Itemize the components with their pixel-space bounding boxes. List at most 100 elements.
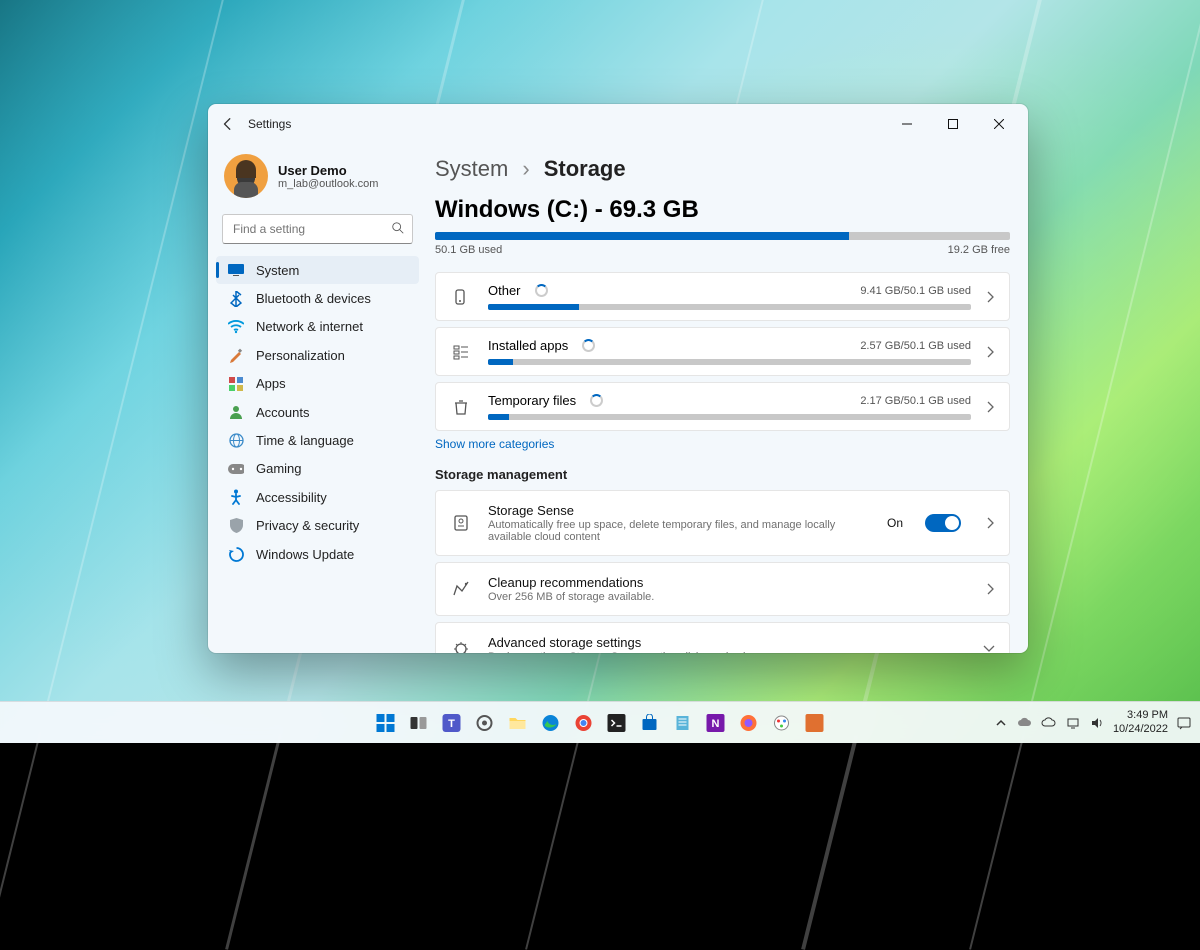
svg-text:T: T — [448, 718, 455, 730]
wifi-icon — [228, 319, 244, 335]
onenote-icon[interactable]: N — [702, 709, 730, 737]
nav-label: Accessibility — [256, 490, 327, 505]
chrome-icon[interactable] — [570, 709, 598, 737]
firefox-icon[interactable] — [735, 709, 763, 737]
system-icon — [228, 262, 244, 278]
tray-chevron-icon[interactable] — [993, 715, 1009, 731]
category-label: Installed apps — [488, 338, 568, 353]
toggle-state: On — [887, 516, 903, 530]
taskbar-clock[interactable]: 3:49 PM 10/24/2022 — [1113, 709, 1168, 735]
nav-label: Windows Update — [256, 547, 354, 562]
chevron-right-icon — [987, 517, 995, 529]
apps-icon — [228, 376, 244, 392]
chevron-right-icon — [987, 583, 995, 595]
bluetooth-icon — [228, 291, 244, 307]
back-button[interactable] — [214, 110, 242, 138]
mgmt-desc: Automatically free up space, delete temp… — [488, 519, 871, 543]
app-title: Settings — [248, 117, 291, 131]
cloud-tray-icon[interactable] — [1041, 715, 1057, 731]
taskbar-center: T N — [372, 709, 829, 737]
nav-item-system[interactable]: System — [216, 256, 419, 284]
terminal-icon[interactable] — [603, 709, 631, 737]
loading-spinner-icon — [582, 339, 595, 352]
chevron-right-icon — [987, 346, 995, 358]
category-label: Other — [488, 283, 521, 298]
system-tray: 3:49 PM 10/24/2022 — [993, 709, 1192, 735]
nav-item-apps[interactable]: Apps — [216, 370, 419, 398]
category-icon — [450, 398, 472, 416]
brush-icon — [228, 347, 244, 363]
search-box[interactable] — [222, 214, 413, 244]
notepad-icon[interactable] — [669, 709, 697, 737]
close-button[interactable] — [976, 108, 1022, 140]
nav-item-update[interactable]: Windows Update — [216, 540, 419, 568]
search-input[interactable] — [222, 214, 413, 244]
storage-sense-toggle[interactable] — [925, 514, 961, 532]
task-view-button[interactable] — [405, 709, 433, 737]
mgmt-desc: Over 256 MB of storage available. — [488, 591, 908, 603]
notifications-icon[interactable] — [1176, 715, 1192, 731]
storage-category-card[interactable]: Installed apps 2.57 GB/50.1 GB used — [435, 327, 1010, 376]
minimize-button[interactable] — [884, 108, 930, 140]
category-label: Temporary files — [488, 393, 576, 408]
mgmt-title: Advanced storage settings — [488, 635, 967, 650]
mgmt-icon — [450, 640, 472, 653]
mgmt-icon — [450, 514, 472, 532]
storage-category-card[interactable]: Other 9.41 GB/50.1 GB used — [435, 272, 1010, 321]
start-button[interactable] — [372, 709, 400, 737]
nav-item-brush[interactable]: Personalization — [216, 341, 419, 369]
nav-label: System — [256, 263, 299, 278]
app-icon[interactable] — [801, 709, 829, 737]
onedrive-tray-icon[interactable] — [1017, 715, 1033, 731]
breadcrumb: System › Storage — [435, 156, 1010, 182]
category-icon — [450, 288, 472, 306]
network-tray-icon[interactable] — [1065, 715, 1081, 731]
nav-label: Gaming — [256, 461, 302, 476]
file-explorer-icon[interactable] — [504, 709, 532, 737]
category-bar — [488, 359, 971, 365]
category-stat: 2.17 GB/50.1 GB used — [860, 395, 971, 407]
nav-item-shield[interactable]: Privacy & security — [216, 512, 419, 540]
chevron-right-icon — [987, 291, 995, 303]
show-more-categories-link[interactable]: Show more categories — [435, 437, 1010, 451]
chevron-right-icon: › — [522, 156, 529, 182]
accessibility-icon — [228, 489, 244, 505]
mgmt-card[interactable]: Advanced storage settingsBackup options,… — [435, 622, 1010, 653]
nav-label: Network & internet — [256, 319, 363, 334]
category-bar — [488, 414, 971, 420]
drive-used: 50.1 GB used — [435, 244, 502, 256]
mgmt-card[interactable]: Storage SenseAutomatically free up space… — [435, 490, 1010, 556]
category-stat: 2.57 GB/50.1 GB used — [860, 340, 971, 352]
category-icon — [450, 343, 472, 361]
edge-icon[interactable] — [537, 709, 565, 737]
nav-label: Bluetooth & devices — [256, 291, 371, 306]
nav-item-accessibility[interactable]: Accessibility — [216, 483, 419, 511]
drive-usage-bar — [435, 232, 1010, 240]
user-profile[interactable]: User Demo m_lab@outlook.com — [216, 150, 419, 212]
nav-item-gamepad[interactable]: Gaming — [216, 455, 419, 483]
teams-icon[interactable]: T — [438, 709, 466, 737]
drive-title: Windows (C:) - 69.3 GB — [435, 196, 1010, 224]
search-icon — [391, 221, 405, 235]
nav-item-wifi[interactable]: Network & internet — [216, 313, 419, 341]
breadcrumb-parent[interactable]: System — [435, 156, 508, 182]
nav-item-person[interactable]: Accounts — [216, 398, 419, 426]
svg-text:N: N — [712, 718, 720, 730]
maximize-button[interactable] — [930, 108, 976, 140]
category-stat: 9.41 GB/50.1 GB used — [860, 285, 971, 297]
drive-free: 19.2 GB free — [948, 244, 1010, 256]
user-name: User Demo — [278, 163, 378, 178]
update-icon — [228, 546, 244, 562]
volume-tray-icon[interactable] — [1089, 715, 1105, 731]
storage-category-card[interactable]: Temporary files 2.17 GB/50.1 GB used — [435, 382, 1010, 431]
settings-taskbar-icon[interactable] — [471, 709, 499, 737]
mgmt-title: Storage Sense — [488, 503, 871, 518]
chevron-down-icon — [983, 645, 995, 653]
mgmt-card[interactable]: Cleanup recommendationsOver 256 MB of st… — [435, 562, 1010, 616]
chevron-right-icon — [987, 401, 995, 413]
paint-icon[interactable] — [768, 709, 796, 737]
nav-item-globe[interactable]: Time & language — [216, 426, 419, 454]
globe-icon — [228, 433, 244, 449]
nav-item-bluetooth[interactable]: Bluetooth & devices — [216, 284, 419, 312]
store-icon[interactable] — [636, 709, 664, 737]
